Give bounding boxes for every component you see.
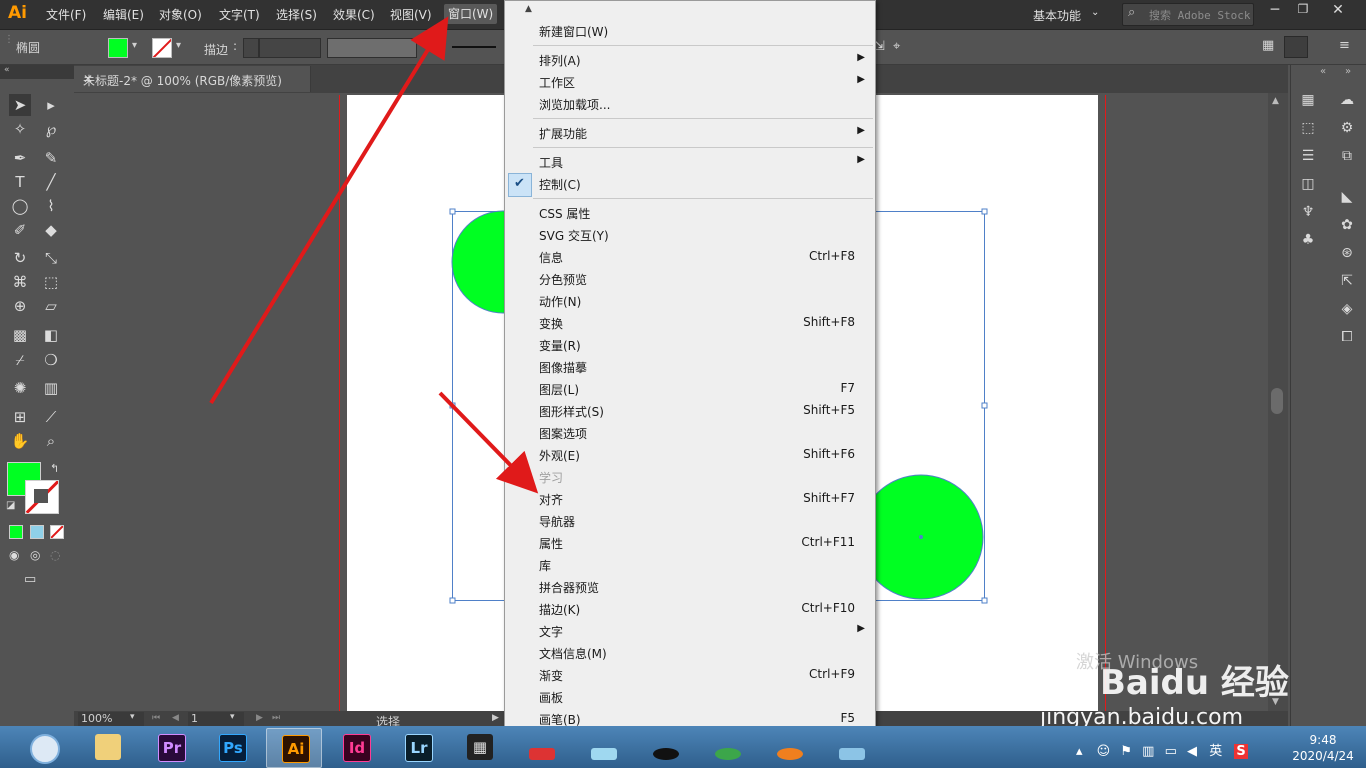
taskbar-app-6[interactable] (514, 728, 568, 766)
app-icon (777, 748, 803, 760)
tray-expand-icon[interactable]: ▴ (1076, 744, 1083, 759)
chrome-icon (715, 748, 741, 760)
network-icon[interactable]: ▥ (1142, 744, 1154, 759)
taskbar-illustrator[interactable]: Ai (266, 728, 322, 768)
qq-tray-icon[interactable]: ☺ (1097, 744, 1111, 759)
taskbar-app-11[interactable] (824, 728, 878, 766)
taskbar-app-10[interactable] (762, 728, 816, 766)
battery-icon[interactable]: ▭ (1165, 744, 1177, 759)
taskbar-video-app[interactable]: ▦ (452, 728, 506, 766)
clock-time: 9:48 (1309, 733, 1337, 747)
taskbar-photoshop[interactable]: Ps (204, 728, 258, 766)
annotation-arrows (209, 16, 539, 494)
clock-date: 2020/4/24 (1292, 749, 1354, 763)
taskbar-explorer[interactable] (80, 728, 134, 766)
volume-icon[interactable]: ◀ (1187, 744, 1197, 759)
red-arrow-to-align-item (438, 391, 539, 494)
taskbar-indesign[interactable]: Id (328, 728, 382, 766)
taskbar-chrome[interactable] (700, 728, 754, 766)
qq-icon (653, 748, 679, 760)
taskbar-premiere[interactable]: Pr (143, 728, 197, 766)
taskbar-app-7[interactable] (576, 728, 630, 766)
app-icon (839, 748, 865, 760)
taskbar-qq[interactable] (638, 728, 692, 766)
film-icon: ▦ (467, 734, 493, 760)
ime-language[interactable]: 英 (1209, 744, 1222, 759)
taskbar-lightroom[interactable]: Lr (390, 728, 444, 766)
premiere-icon: Pr (158, 734, 186, 762)
system-tray: ▴ ☺ ⚑ ▥ ▭ ◀ 英 S (1076, 740, 1248, 759)
sogou-ime-icon[interactable]: S (1234, 744, 1248, 759)
folder-icon (95, 734, 121, 760)
system-clock[interactable]: 9:48 2020/4/24 (1288, 733, 1358, 763)
photoshop-icon: Ps (219, 734, 247, 762)
app-icon (591, 748, 617, 760)
flag-icon[interactable]: ⚑ (1120, 744, 1132, 759)
start-button[interactable] (18, 728, 72, 766)
illustrator-icon: Ai (282, 735, 310, 763)
indesign-icon: Id (343, 734, 371, 762)
app-icon (529, 748, 555, 760)
red-arrow-to-window-menu (209, 16, 449, 405)
start-orb-icon (30, 734, 60, 764)
lightroom-icon: Lr (405, 734, 433, 762)
